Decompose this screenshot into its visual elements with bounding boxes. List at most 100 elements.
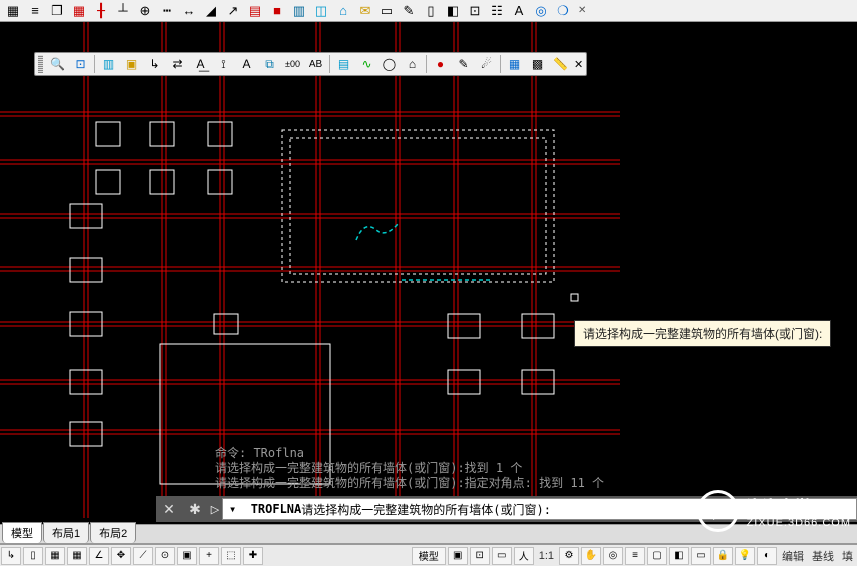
sb-dot-icon[interactable]: ⊙ (155, 547, 175, 565)
sb-sheet-icon[interactable]: ▯ (23, 547, 43, 565)
tb-wire-icon[interactable]: ⊡ (465, 2, 485, 20)
tb-dash-icon[interactable]: ┅ (157, 2, 177, 20)
tb-arch-icon[interactable]: ⌂ (333, 2, 353, 20)
tb-mail-icon[interactable]: ✉ (355, 2, 375, 20)
tb2-wave2-icon[interactable]: ☄ (476, 54, 497, 74)
tb2-alabel-icon[interactable]: ⟟ (213, 54, 234, 74)
sb-tiles-icon[interactable]: ▣ (177, 547, 197, 565)
tb2-circle-icon[interactable]: ◯ (379, 54, 400, 74)
sb-3d-icon[interactable]: ⬚ (221, 547, 241, 565)
tb2-ruler-icon[interactable]: 📏 (550, 54, 571, 74)
tb-items-icon[interactable]: ☷ (487, 2, 507, 20)
sb-plus-icon[interactable]: + (199, 547, 219, 565)
sb-box-icon[interactable]: ▢ (647, 547, 667, 565)
sb-list-icon[interactable]: ≡ (625, 547, 645, 565)
tb-plan-icon[interactable]: ◫ (311, 2, 331, 20)
watermark: 溜溜自学 ZIXUE.3D66.COM (697, 490, 851, 532)
sb-icon-c[interactable]: ▭ (492, 547, 512, 565)
sb-scr-icon[interactable]: ▭ (691, 547, 711, 565)
sb-icon-b[interactable]: ⊡ (470, 547, 490, 565)
command-prefix: TROFLNA (251, 502, 302, 516)
toolbar-top: ▦ ≡ ❐ ▦ ╂ ┴ ⊕ ┅ ↔ ◢ ↗ ▤ ■ ▥ ◫ ⌂ ✉ ▭ ✎ ▯ … (0, 0, 857, 22)
tab-layout1[interactable]: 布局1 (43, 522, 89, 543)
tb-dima-icon[interactable]: ◢ (201, 2, 221, 20)
tb-layers-icon[interactable]: ▦ (3, 2, 23, 20)
status-bar: ↳ ▯ ▦ ▦ ∠ ✥ ⟋ ⊙ ▣ + ⬚ ✚ 模型 ▣ ⊡ ▭ 人 1:1 ⚙… (0, 544, 857, 566)
sb-gear-icon[interactable]: ⚙ (559, 547, 579, 565)
sb-lock-icon[interactable]: 🔒 (713, 547, 733, 565)
tb-text-icon[interactable]: A (509, 2, 529, 20)
sb-grid-icon[interactable]: ▦ (45, 547, 65, 565)
tb-globe-icon[interactable]: ◎ (531, 2, 551, 20)
tb2-box-icon[interactable]: ▣ (121, 54, 142, 74)
tb-render-icon[interactable]: ◧ (443, 2, 463, 20)
tb-axis-icon[interactable]: ╂ (91, 2, 111, 20)
sb-move-icon[interactable]: ✥ (111, 547, 131, 565)
tb2-reddot-icon[interactable]: ● (430, 54, 451, 74)
tab-model[interactable]: 模型 (2, 522, 42, 543)
toolbar-floating: 🔍 ⊡ ▥ ▣ ↳ ⇄ A͟ ⟟ A ⧉ ±00 AB ▤ ∿ ◯ ⌂ ● ✎ … (34, 52, 587, 76)
sb-scale[interactable]: 1:1 (535, 550, 558, 562)
tb2-table-icon[interactable]: ▤ (333, 54, 354, 74)
sb-fill-label[interactable]: 填 (838, 548, 857, 564)
selection-tooltip: 请选择构成一完整建筑物的所有墙体(或门窗): (574, 320, 831, 347)
tb2-letter-a-icon[interactable]: A (236, 54, 257, 74)
tb-grid-icon[interactable]: ▦ (69, 2, 89, 20)
tb2-search-icon[interactable]: 🔍 (47, 54, 68, 74)
tb-line-icon[interactable]: ┴ (113, 2, 133, 20)
toolbar-grip-icon[interactable] (38, 55, 43, 73)
history-line: 命令: TRoflna (215, 446, 635, 461)
tb-red-icon[interactable]: ■ (267, 2, 287, 20)
sb-app-icon[interactable]: ◧ (669, 547, 689, 565)
history-line: 请选择构成一完整建筑物的所有墙体(或门窗):找到 1 个 (215, 461, 635, 476)
tb2-ameas-icon[interactable]: A͟ (190, 54, 211, 74)
sb-arrow-icon[interactable]: ↳ (1, 547, 21, 565)
sb-icon-a[interactable]: ▣ (448, 547, 468, 565)
sb-compass-icon[interactable]: ◎ (603, 547, 623, 565)
tb-dimr-icon[interactable]: ↗ (223, 2, 243, 20)
command-text: 请选择构成一完整建筑物的所有墙体(或门窗): (301, 501, 551, 518)
sb-edit-label[interactable]: 编辑 (778, 548, 808, 564)
cmd-close-icon[interactable]: ✕ (158, 498, 180, 520)
tb2-sheet-icon[interactable]: ▥ (98, 54, 119, 74)
tb-center-icon[interactable]: ⊕ (135, 2, 155, 20)
command-history: 命令: TRoflna 请选择构成一完整建筑物的所有墙体(或门窗):找到 1 个… (215, 446, 635, 491)
tb-book-icon[interactable]: ▯ (421, 2, 441, 20)
tab-layout2[interactable]: 布局2 (90, 522, 136, 543)
sb-angle-icon[interactable]: ∠ (89, 547, 109, 565)
tb2-tiles-icon[interactable]: ▩ (527, 54, 548, 74)
tb-cols-icon[interactable]: ▥ (289, 2, 309, 20)
tb-copy-icon[interactable]: ≡ (25, 2, 45, 20)
sb-person-icon[interactable]: 人 (514, 547, 534, 565)
cmd-settings-icon[interactable]: ✱ (184, 498, 206, 520)
tb-stack-icon[interactable]: ❐ (47, 2, 67, 20)
tb2-paint-icon[interactable]: ✎ (453, 54, 474, 74)
tb2-zoom-icon[interactable]: ⊡ (70, 54, 91, 74)
tb-doc-icon[interactable]: ▭ (377, 2, 397, 20)
watermark-title: 溜溜自学 (747, 493, 851, 517)
sb-baseline-label[interactable]: 基线 (808, 548, 838, 564)
sb-hand-icon[interactable]: ✋ (581, 547, 601, 565)
toolbar-close-icon[interactable]: ✕ (578, 5, 586, 16)
sb-contrast-icon[interactable]: ◐ (757, 547, 777, 565)
tb2-dim-icon[interactable]: ↳ (144, 54, 165, 74)
sb-grid2-icon[interactable]: ▦ (67, 547, 87, 565)
tb-draw-icon[interactable]: ✎ (399, 2, 419, 20)
tb2-house-icon[interactable]: ⌂ (402, 54, 423, 74)
drawing-canvas[interactable] (0, 22, 857, 518)
sb-model-button[interactable]: 模型 (412, 547, 446, 565)
tb2-section-icon[interactable]: ⧉ (259, 54, 280, 74)
tb2-wave-icon[interactable]: ∿ (356, 54, 377, 74)
sb-curve-icon[interactable]: ⟋ (133, 547, 153, 565)
tb2-ab-icon[interactable]: AB (305, 54, 326, 74)
tb2-view-icon[interactable]: ▦ (504, 54, 525, 74)
sb-bulb-icon[interactable]: 💡 (735, 547, 755, 565)
tb-table-icon[interactable]: ▤ (245, 2, 265, 20)
tb-info-icon[interactable]: ❍ (553, 2, 573, 20)
sb-plus2-icon[interactable]: ✚ (243, 547, 263, 565)
watermark-sub: ZIXUE.3D66.COM (747, 517, 851, 529)
tb-dimh-icon[interactable]: ↔ (179, 2, 199, 20)
toolbar2-close-icon[interactable]: ✕ (574, 58, 583, 71)
tb2-plusminus-icon[interactable]: ±00 (282, 54, 303, 74)
tb2-offset-icon[interactable]: ⇄ (167, 54, 188, 74)
